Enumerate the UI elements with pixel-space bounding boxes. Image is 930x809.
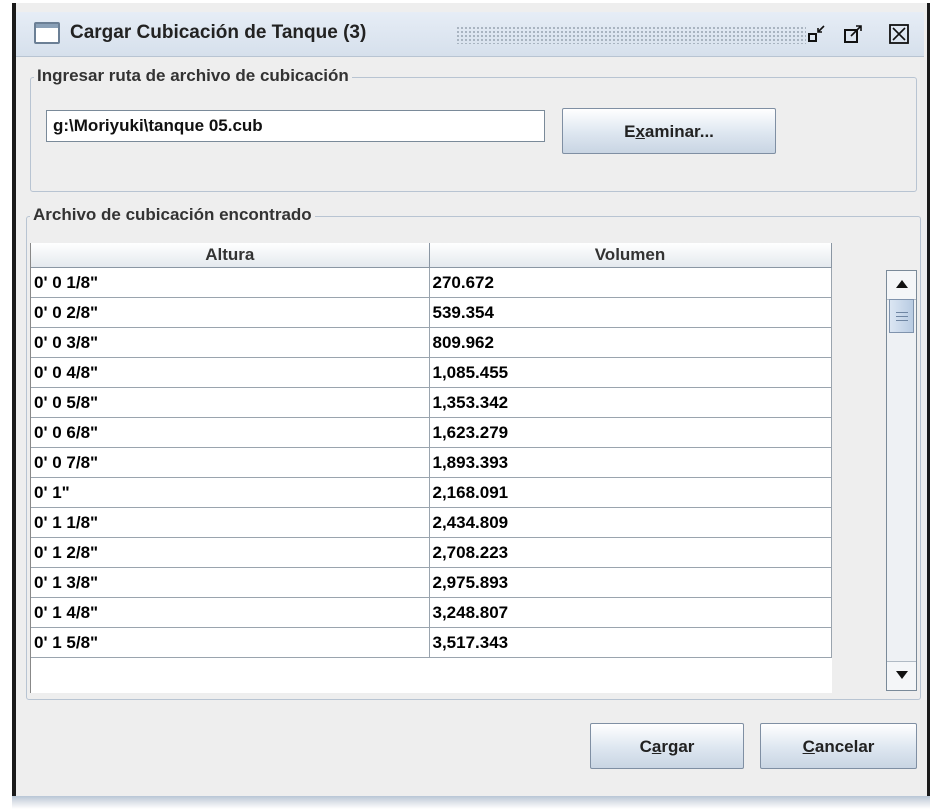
volumen-cell[interactable]: 3,248.807 bbox=[429, 597, 832, 628]
volumen-cell[interactable]: 270.672 bbox=[429, 267, 832, 298]
minimize-icon[interactable] bbox=[806, 23, 828, 45]
table-row[interactable]: 0' 0 1/8" 270.672 bbox=[31, 267, 832, 298]
cancel-button[interactable]: Cancelar bbox=[760, 723, 917, 769]
table-group-title: Archivo de cubicación encontrado bbox=[30, 205, 315, 225]
table-row[interactable]: 0' 1 2/8" 2,708.223 bbox=[31, 537, 832, 568]
volumen-cell[interactable]: 2,434.809 bbox=[429, 507, 832, 538]
table-row[interactable]: 0' 1 3/8" 2,975.893 bbox=[31, 567, 832, 598]
altura-cell[interactable]: 0' 1 1/8" bbox=[31, 507, 430, 538]
title-bar-grip bbox=[456, 26, 806, 44]
window-title: Cargar Cubicación de Tanque (3) bbox=[70, 22, 367, 43]
title-bar[interactable]: Cargar Cubicación de Tanque (3) bbox=[16, 12, 924, 57]
volumen-cell[interactable]: 1,893.393 bbox=[429, 447, 832, 478]
table-row[interactable]: 0' 0 2/8" 539.354 bbox=[31, 297, 832, 328]
window-icon bbox=[34, 22, 60, 44]
close-icon[interactable] bbox=[888, 23, 910, 45]
volumen-cell[interactable]: 1,623.279 bbox=[429, 417, 832, 448]
maximize-icon[interactable] bbox=[842, 23, 864, 45]
table-row[interactable]: 0' 1" 2,168.091 bbox=[31, 477, 832, 508]
window-bottom-border bbox=[12, 796, 930, 809]
table-row[interactable]: 0' 1 5/8" 3,517.343 bbox=[31, 627, 832, 658]
table-row[interactable]: 0' 1 4/8" 3,248.807 bbox=[31, 597, 832, 628]
volumen-cell[interactable]: 2,708.223 bbox=[429, 537, 832, 568]
altura-cell[interactable]: 0' 1 5/8" bbox=[31, 627, 430, 658]
browse-button[interactable]: Examinar... bbox=[562, 108, 776, 154]
table-row[interactable]: 0' 0 4/8" 1,085.455 bbox=[31, 357, 832, 388]
table-row[interactable]: 0' 0 3/8" 809.962 bbox=[31, 327, 832, 358]
table-scrollbar[interactable] bbox=[886, 270, 917, 691]
altura-cell[interactable]: 0' 1 4/8" bbox=[31, 597, 430, 628]
altura-cell[interactable]: 0' 1" bbox=[31, 477, 430, 508]
scroll-down-icon[interactable] bbox=[887, 661, 916, 690]
altura-cell[interactable]: 0' 0 3/8" bbox=[31, 327, 430, 358]
path-group-title: Ingresar ruta de archivo de cubicación bbox=[34, 66, 352, 86]
table-row[interactable]: 0' 0 6/8" 1,623.279 bbox=[31, 417, 832, 448]
table-row[interactable]: 0' 1 1/8" 2,434.809 bbox=[31, 507, 832, 538]
table-row[interactable]: 0' 0 5/8" 1,353.342 bbox=[31, 387, 832, 418]
scroll-thumb[interactable] bbox=[889, 299, 914, 333]
scroll-up-icon[interactable] bbox=[887, 271, 916, 300]
table-row[interactable]: 0' 0 7/8" 1,893.393 bbox=[31, 447, 832, 478]
volumen-cell[interactable]: 2,975.893 bbox=[429, 567, 832, 598]
volumen-cell[interactable]: 809.962 bbox=[429, 327, 832, 358]
altura-cell[interactable]: 0' 0 6/8" bbox=[31, 417, 430, 448]
cubication-table: Altura Volumen 0' 0 1/8" 270.672 0' 0 2/8… bbox=[30, 243, 832, 693]
volumen-cell[interactable]: 3,517.343 bbox=[429, 627, 832, 658]
volumen-cell[interactable]: 2,168.091 bbox=[429, 477, 832, 508]
volumen-cell[interactable]: 539.354 bbox=[429, 297, 832, 328]
volumen-cell[interactable]: 1,085.455 bbox=[429, 357, 832, 388]
column-header-volumen[interactable]: Volumen bbox=[429, 243, 832, 268]
altura-cell[interactable]: 0' 0 7/8" bbox=[31, 447, 430, 478]
load-button[interactable]: Cargar bbox=[590, 723, 744, 769]
altura-cell[interactable]: 0' 0 1/8" bbox=[31, 267, 430, 298]
volumen-cell[interactable]: 1,353.342 bbox=[429, 387, 832, 418]
altura-cell[interactable]: 0' 1 3/8" bbox=[31, 567, 430, 598]
altura-cell[interactable]: 0' 0 5/8" bbox=[31, 387, 430, 418]
column-header-altura[interactable]: Altura bbox=[31, 243, 430, 268]
altura-cell[interactable]: 0' 1 2/8" bbox=[31, 537, 430, 568]
altura-cell[interactable]: 0' 0 2/8" bbox=[31, 297, 430, 328]
altura-cell[interactable]: 0' 0 4/8" bbox=[31, 357, 430, 388]
path-input[interactable] bbox=[46, 110, 545, 142]
